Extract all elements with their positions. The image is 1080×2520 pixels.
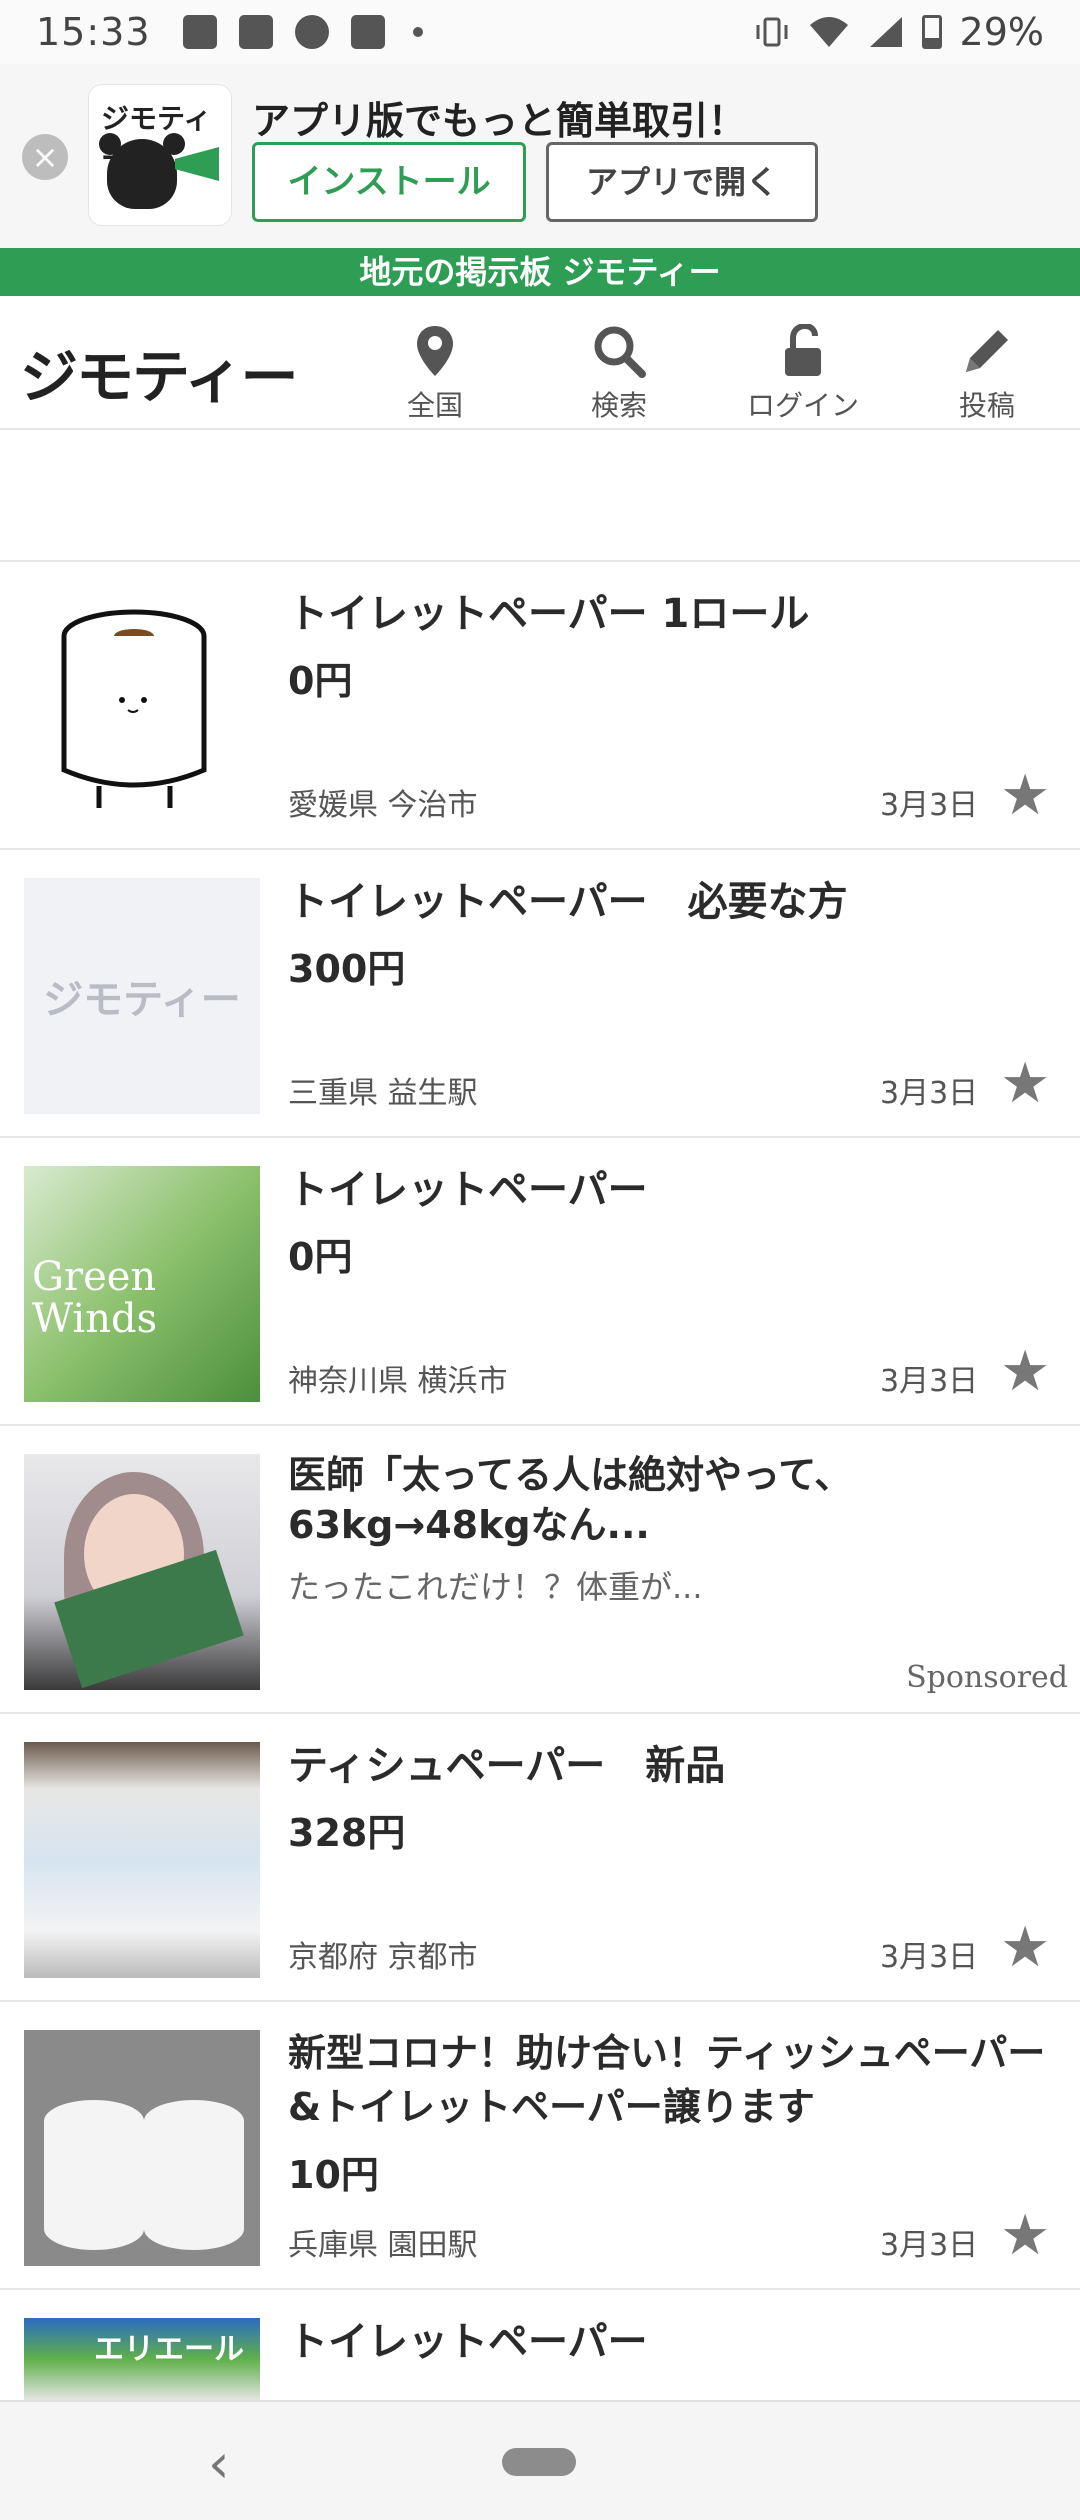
listing-title[interactable]: トイレットペーパー 必要な方 xyxy=(288,874,1048,930)
listing-date: 3月3日 xyxy=(880,788,979,823)
vibrate-icon xyxy=(756,17,788,47)
listing-thumbnail: エリエール xyxy=(24,2318,260,2400)
nav-login[interactable]: ログイン xyxy=(728,318,878,424)
listing-location: 神奈川県 横浜市 xyxy=(288,1364,508,1399)
listing-title[interactable]: トイレットペーパー xyxy=(288,2314,1048,2370)
listing-price: 328円 xyxy=(288,1811,406,1855)
favorite-star-icon[interactable]: ★ xyxy=(1000,1056,1050,1112)
nav-nationwide[interactable]: 全国 xyxy=(360,318,510,424)
ad-thumbnail xyxy=(24,1454,260,1690)
thumbnail-product-text: エリエール xyxy=(94,2332,244,2367)
listing-price: 10円 xyxy=(288,2153,379,2197)
listing-price: 0円 xyxy=(288,659,353,703)
search-icon xyxy=(544,318,694,378)
listing-date: 3月3日 xyxy=(880,2228,979,2263)
listing-title[interactable]: ティシュペーパー 新品 xyxy=(288,1738,1048,1794)
ad-title[interactable]: 医師「太ってる人は絶対やって、63kg→48kgなん... xyxy=(288,1450,1048,1550)
signal-icon xyxy=(869,17,902,47)
pencil-icon xyxy=(912,318,1062,378)
install-button[interactable]: インストール xyxy=(252,142,526,222)
listing-title[interactable]: 新型コロナ！助け合い！ティッシュペーパー&トイレットペーパー譲ります xyxy=(288,2026,1048,2134)
open-app-button[interactable]: アプリで開く xyxy=(546,142,818,222)
status-left: 15:33 xyxy=(36,10,423,54)
thumbnail-product-text: Green Winds xyxy=(32,1254,158,1342)
site-tagline-bar: 地元の掲示板 ジモティー xyxy=(0,248,1080,296)
sponsored-ad[interactable]: 医師「太ってる人は絶対やって、63kg→48kgなん... たったこれだけ！？体… xyxy=(0,1426,1080,1714)
listing-item[interactable]: 新型コロナ！助け合い！ティッシュペーパー&トイレットペーパー譲ります 10円 兵… xyxy=(0,2002,1080,2290)
app-icon xyxy=(238,15,273,49)
favorite-star-icon[interactable]: ★ xyxy=(1000,1920,1050,1976)
back-icon[interactable]: ‹ xyxy=(208,2432,230,2495)
unlock-icon xyxy=(728,318,878,378)
status-bar: 15:33 29% xyxy=(0,0,1080,64)
favorite-star-icon[interactable]: ★ xyxy=(1000,2208,1050,2264)
listing-thumbnail xyxy=(24,590,260,826)
listing-item[interactable]: ジモティー トイレットペーパー 必要な方 300円 三重県 益生駅 3月3日 ★ xyxy=(0,850,1080,1138)
ad-space xyxy=(0,430,1080,562)
nav-label: 検索 xyxy=(590,389,647,422)
line-icon xyxy=(294,15,329,49)
roll-image xyxy=(44,2100,144,2250)
nav-label: 投稿 xyxy=(958,389,1015,422)
amazon-icon xyxy=(350,15,385,49)
favorite-star-icon[interactable]: ★ xyxy=(1000,1344,1050,1400)
listing-thumbnail xyxy=(24,2030,260,2266)
sponsored-label: Sponsored xyxy=(906,1660,1068,1695)
wifi-icon xyxy=(809,17,848,47)
app-logo: ジモティー xyxy=(88,84,232,226)
battery-icon xyxy=(921,15,942,49)
app-banner: × ジモティー アプリ版でもっと簡単取引！ インストール アプリで開く xyxy=(0,64,1080,248)
favorite-star-icon[interactable]: ★ xyxy=(1000,768,1050,824)
listing-item[interactable]: トイレットペーパー 1ロール 0円 愛媛県 今治市 3月3日 ★ xyxy=(0,562,1080,850)
banner-title: アプリ版でもっと簡単取引！ xyxy=(252,99,747,143)
listing-item[interactable]: Green Winds トイレットペーパー 0円 神奈川県 横浜市 3月3日 ★ xyxy=(0,1138,1080,1426)
listing-title[interactable]: トイレットペーパー xyxy=(288,1162,1048,1218)
nav-search[interactable]: 検索 xyxy=(544,318,694,424)
listing-price: 0円 xyxy=(288,1235,353,1279)
status-right: 29% xyxy=(754,10,1044,54)
more-notifications-icon xyxy=(412,27,423,37)
listing-title[interactable]: トイレットペーパー 1ロール xyxy=(288,586,1048,642)
brand-logo[interactable]: ジモティー xyxy=(20,330,299,414)
listing-date: 3月3日 xyxy=(880,1940,979,1975)
nav-label: ログイン xyxy=(746,389,859,422)
listing-location: 愛媛県 今治市 xyxy=(288,788,478,823)
listing-date: 3月3日 xyxy=(880,1076,979,1111)
nav-label: 全国 xyxy=(406,389,463,422)
site-header: ジモティー 全国 検索 ログイン 投稿 xyxy=(0,296,1080,430)
listing-location: 三重県 益生駅 xyxy=(288,1076,478,1111)
mascot-icon xyxy=(99,133,185,209)
listing-thumbnail: Green Winds xyxy=(24,1166,260,1402)
nav-post[interactable]: 投稿 xyxy=(912,318,1062,424)
close-banner-button[interactable]: × xyxy=(22,134,68,180)
listing-location: 兵庫県 園田駅 xyxy=(288,2228,478,2263)
battery-percent: 29% xyxy=(959,10,1044,54)
gallery-icon xyxy=(182,15,217,49)
listing-date: 3月3日 xyxy=(880,1364,979,1399)
location-pin-icon xyxy=(360,318,510,378)
listing-item[interactable]: エリエール トイレットペーパー xyxy=(0,2290,1080,2400)
listing-thumbnail-placeholder: ジモティー xyxy=(24,878,260,1114)
status-time: 15:33 xyxy=(36,10,151,54)
listing-location: 京都府 京都市 xyxy=(288,1940,478,1975)
listing-price: 300円 xyxy=(288,947,406,991)
home-pill[interactable] xyxy=(502,2448,576,2476)
system-navigation-bar: ‹ xyxy=(0,2400,1080,2520)
roll-image xyxy=(144,2100,244,2250)
listing-thumbnail xyxy=(24,1742,260,1978)
ad-subtitle: たったこれだけ！？体重が... xyxy=(288,1568,703,1606)
listing-item[interactable]: ティシュペーパー 新品 328円 京都府 京都市 3月3日 ★ xyxy=(0,1714,1080,2002)
